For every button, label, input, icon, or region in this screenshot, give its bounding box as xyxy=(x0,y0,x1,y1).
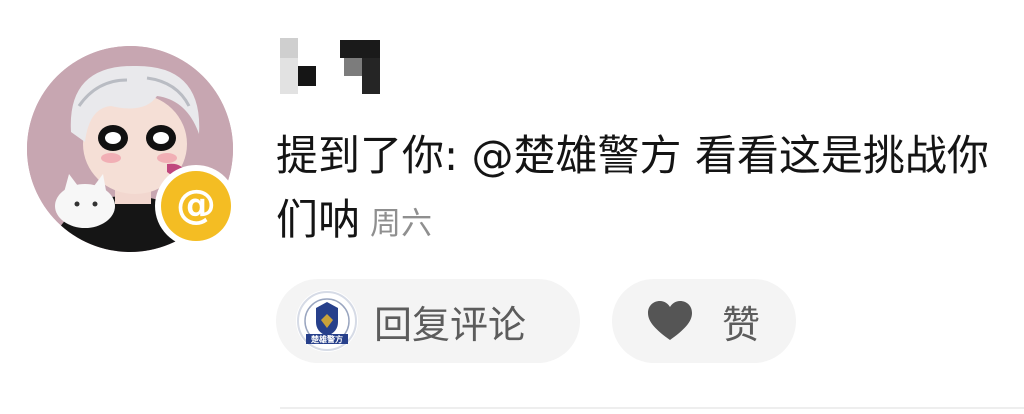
like-label: 赞 xyxy=(722,302,761,347)
divider xyxy=(280,407,1024,409)
mention-badge: @ xyxy=(155,165,237,247)
comment-time: 周六 xyxy=(370,206,433,242)
police-seal-avatar: 楚雄警方 xyxy=(296,290,358,352)
at-icon: @ xyxy=(161,171,231,241)
reply-label: 回复评论 xyxy=(374,302,527,347)
svg-text:@: @ xyxy=(176,182,216,228)
svg-text:楚雄警方: 楚雄警方 xyxy=(310,334,343,344)
comment-message: 提到了你: @楚雄警方 看看这是挑战你们呐 周六 xyxy=(276,124,1016,256)
username-blurred[interactable] xyxy=(278,38,388,94)
like-button[interactable]: 赞 xyxy=(612,279,796,363)
commenter-avatar[interactable]: @ xyxy=(27,46,237,252)
heart-icon xyxy=(648,301,692,340)
reply-comment-button[interactable]: 楚雄警方 回复评论 xyxy=(276,279,580,363)
